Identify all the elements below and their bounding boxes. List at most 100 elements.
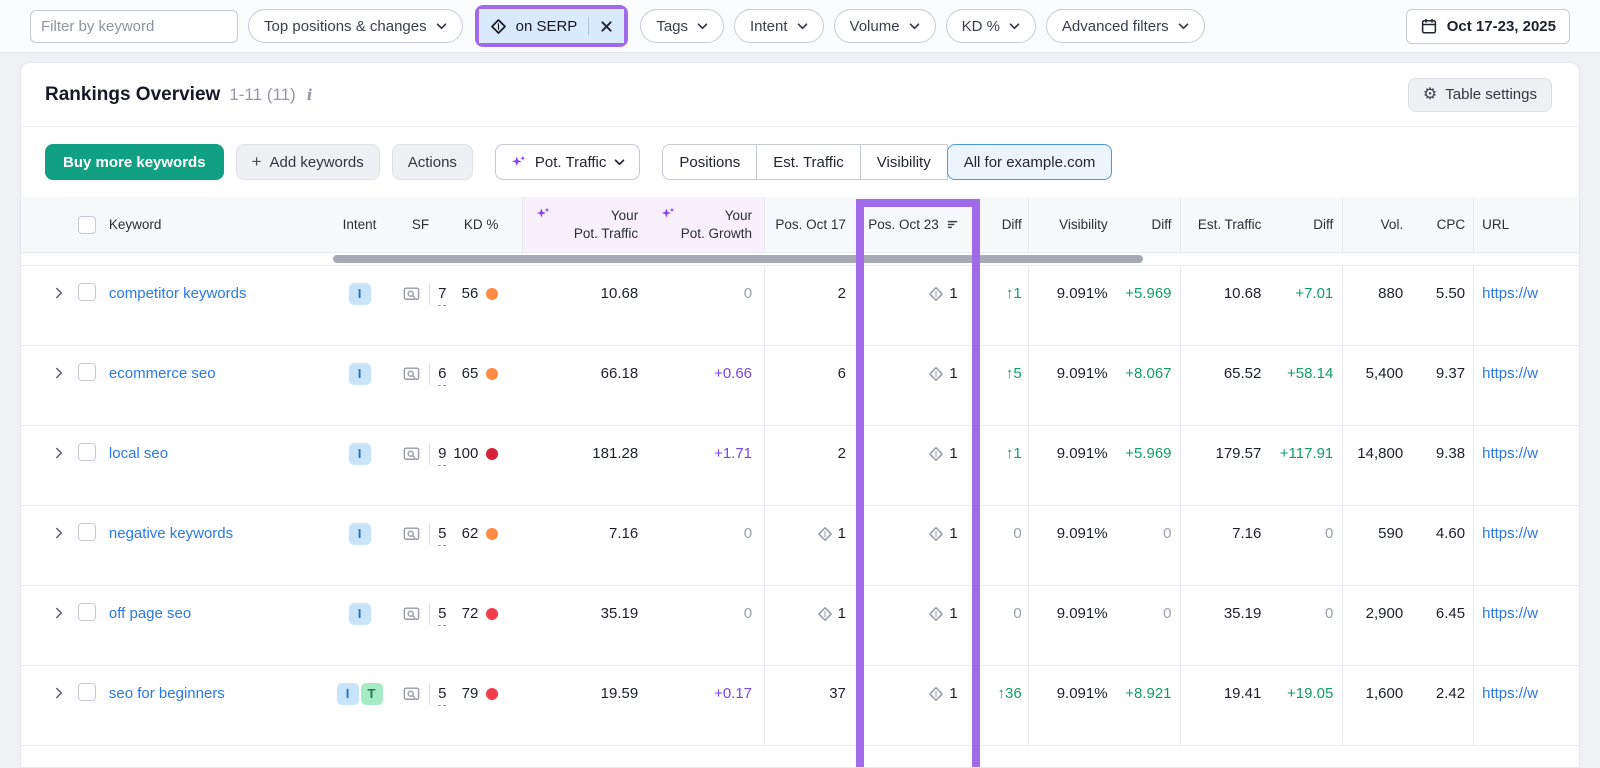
col-header-est-traffic[interactable]: Est. Traffic: [1180, 197, 1272, 252]
serp-features-count[interactable]: 7: [438, 283, 446, 306]
pot-growth-cell: +1.71: [650, 426, 764, 505]
url-link[interactable]: https://w: [1482, 683, 1538, 705]
cpc-header-label: CPC: [1437, 217, 1466, 232]
serp-features-count[interactable]: 9: [438, 443, 446, 466]
expand-row-button[interactable]: [45, 666, 73, 745]
intent-dropdown[interactable]: Intent: [734, 9, 824, 43]
col-header-pot-growth[interactable]: YourPot. Growth: [650, 197, 764, 252]
add-keywords-button[interactable]: + Add keywords: [236, 144, 380, 180]
col-header-diff-pos[interactable]: Diff: [979, 197, 1028, 252]
advanced-filters-dropdown[interactable]: Advanced filters: [1046, 9, 1205, 43]
expand-row-button[interactable]: [45, 266, 73, 345]
pos-oct17-cell: 37: [764, 666, 855, 745]
url-link[interactable]: https://w: [1482, 603, 1538, 625]
serp-features-count[interactable]: 5: [438, 523, 446, 546]
kd-dropdown[interactable]: KD %: [946, 9, 1036, 43]
serp-preview-icon: [402, 605, 421, 624]
est-diff-cell: 0: [1271, 506, 1342, 585]
keyword-link[interactable]: local seo: [109, 443, 168, 465]
top-positions-dropdown[interactable]: Top positions & changes: [248, 9, 463, 43]
col-header-url[interactable]: URL: [1473, 197, 1579, 252]
keyword-link[interactable]: seo for beginners: [109, 683, 225, 705]
close-icon[interactable]: [600, 20, 613, 33]
keyword-cell: local seo: [101, 426, 331, 505]
row-checkbox[interactable]: [78, 363, 96, 381]
buy-more-keywords-button[interactable]: Buy more keywords: [45, 144, 224, 180]
pos-oct17-header-label: Pos. Oct 17: [775, 217, 846, 232]
diff-header-label: Diff: [1152, 217, 1172, 232]
chevron-down-icon: [1178, 23, 1189, 30]
serp-preview-icon: [402, 285, 421, 304]
view-tab-positions[interactable]: Positions: [662, 144, 757, 180]
ai-sparkle-icon: [535, 206, 551, 222]
serp-features-count[interactable]: 6: [438, 363, 446, 386]
view-tab-est-traffic[interactable]: Est. Traffic: [756, 144, 861, 180]
col-header-cpc[interactable]: CPC: [1411, 197, 1473, 252]
table-header: Keyword Intent SF KD % YourPot. Traffic …: [21, 197, 1579, 253]
horizontal-scrollbar[interactable]: [333, 255, 1143, 263]
pos-oct23-cell: 1: [855, 426, 979, 505]
info-icon[interactable]: i: [307, 86, 313, 104]
intent-cell: I: [331, 426, 389, 505]
expand-row-button[interactable]: [45, 426, 73, 505]
col-header-keyword[interactable]: Keyword: [101, 197, 331, 252]
url-link[interactable]: https://w: [1482, 523, 1538, 545]
keyword-cell: off page seo: [101, 586, 331, 665]
col-header-intent[interactable]: Intent: [331, 197, 389, 252]
col-header-kd[interactable]: KD %: [452, 197, 522, 252]
url-link[interactable]: https://w: [1482, 363, 1538, 385]
row-checkbox-cell: [73, 346, 101, 425]
keyword-filter-input[interactable]: [31, 11, 238, 42]
row-checkbox[interactable]: [78, 523, 96, 541]
divider: [429, 363, 430, 385]
col-header-volume[interactable]: Vol.: [1342, 197, 1411, 252]
col-header-diff-est[interactable]: Diff: [1271, 197, 1342, 252]
divider: [429, 443, 430, 465]
col-header-pot-traffic[interactable]: YourPot. Traffic: [522, 197, 650, 252]
expand-row-button[interactable]: [45, 506, 73, 585]
intent-cell: I: [331, 346, 389, 425]
pos-diff-cell: ↑5: [979, 346, 1028, 425]
col-header-visibility[interactable]: Visibility: [1028, 197, 1118, 252]
expand-row-button[interactable]: [45, 346, 73, 425]
url-link[interactable]: https://w: [1482, 283, 1538, 305]
tags-dropdown[interactable]: Tags: [640, 9, 724, 43]
keyword-link[interactable]: off page seo: [109, 603, 191, 625]
expand-chevron-icon: [53, 287, 65, 299]
row-checkbox-cell: [73, 266, 101, 345]
view-tab-all-for-example-com[interactable]: All for example.com: [947, 144, 1113, 180]
view-tab-visibility[interactable]: Visibility: [860, 144, 948, 180]
volume-dropdown[interactable]: Volume: [834, 9, 936, 43]
col-header-diff-visibility[interactable]: Diff: [1118, 197, 1180, 252]
select-all-checkbox[interactable]: [78, 216, 96, 234]
col-header-pos-oct23[interactable]: Pos. Oct 23: [855, 197, 979, 252]
table-row: local seoI9100181.28+1.7121↑19.091%+5.96…: [21, 426, 1579, 506]
cpc-cell: 9.37: [1411, 346, 1473, 425]
est-traffic-cell: 65.52: [1180, 346, 1272, 425]
row-checkbox[interactable]: [78, 683, 96, 701]
row-checkbox[interactable]: [78, 283, 96, 301]
serp-features-count[interactable]: 5: [438, 683, 446, 706]
pos-oct17-cell: 6: [764, 346, 855, 425]
url-link[interactable]: https://w: [1482, 443, 1538, 465]
expand-row-button[interactable]: [45, 586, 73, 665]
serp-features-count[interactable]: 5: [438, 603, 446, 626]
keyword-link[interactable]: competitor keywords: [109, 283, 247, 305]
keyword-link[interactable]: ecommerce seo: [109, 363, 216, 385]
pos-oct17-cell: 2: [764, 266, 855, 345]
serp-filter-chip[interactable]: on SERP: [479, 9, 625, 43]
ai-sparkle-icon: [510, 154, 527, 171]
row-checkbox[interactable]: [78, 443, 96, 461]
row-checkbox[interactable]: [78, 603, 96, 621]
col-header-pos-oct17[interactable]: Pos. Oct 17: [764, 197, 855, 252]
table-settings-button[interactable]: ⚙ Table settings: [1408, 78, 1552, 112]
keyword-link[interactable]: negative keywords: [109, 523, 233, 545]
metric-selector-dropdown[interactable]: Pot. Traffic: [495, 144, 640, 180]
date-range-button[interactable]: Oct 17-23, 2025: [1406, 9, 1570, 44]
actions-button[interactable]: Actions: [392, 144, 473, 180]
est-traffic-cell: 179.57: [1180, 426, 1272, 505]
visibility-diff-cell: +5.969: [1118, 426, 1180, 505]
pos-oct23-cell: 1: [855, 666, 979, 745]
col-header-sf[interactable]: SF: [389, 197, 453, 252]
visibility-cell: 9.091%: [1028, 266, 1118, 345]
